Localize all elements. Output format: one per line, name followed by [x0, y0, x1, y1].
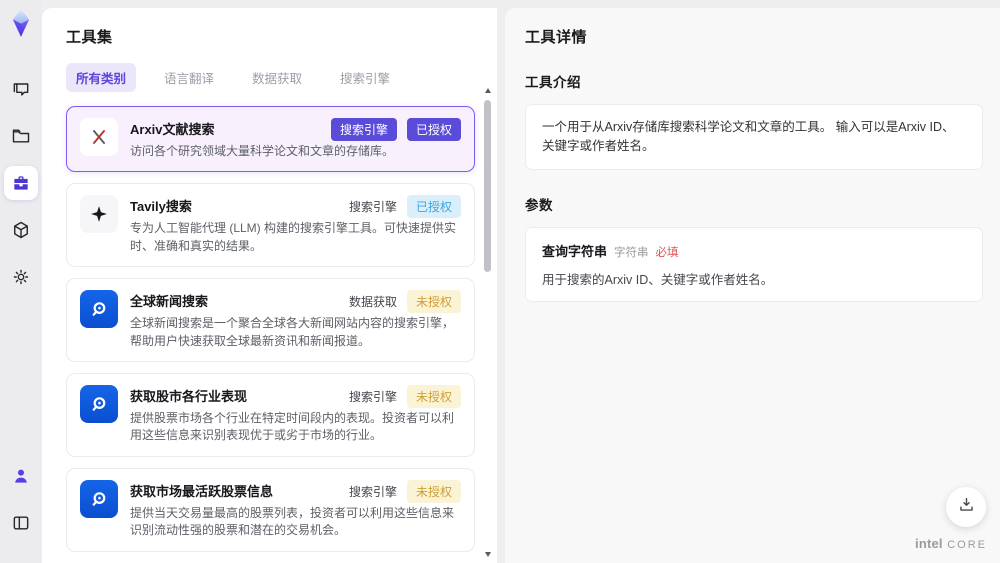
param-box: 查询字符串 字符串 必填 用于搜索的Arxiv ID、关键字或作者姓名。 — [525, 226, 983, 302]
download-icon — [957, 495, 976, 519]
folder-icon — [11, 126, 31, 146]
tool-card[interactable]: Tavily搜索 专为人工智能代理 (LLM) 构建的搜索引擎工具。可快速提供实时… — [66, 183, 475, 268]
scrollbar[interactable] — [484, 88, 492, 557]
arxiv-icon — [80, 118, 118, 156]
tool-description: 访问各个研究领域大量科学论文和文章的存储库。 — [130, 144, 395, 158]
tool-badges: 搜索引擎 已授权 — [330, 118, 461, 141]
download-button[interactable] — [946, 487, 986, 527]
tool-card[interactable]: 获取股市各行业表现 提供股票市场各个行业在特定时间段内的表现。投资者可以利用这些信… — [66, 372, 475, 457]
tab-all-categories[interactable]: 所有类别 — [66, 63, 137, 92]
scrollbar-thumb[interactable] — [484, 100, 491, 272]
param-required-badge: 必填 — [655, 246, 679, 259]
tool-description: 提供股票市场各个行业在特定时间段内的表现。投资者可以利用这些信息来识别表现优于或… — [130, 410, 455, 443]
tools-panel: 工具集 所有类别 语言翻译 数据获取 搜索引擎 Arxiv文献搜索 访问各个研究领… — [42, 8, 497, 563]
tool-badges: 搜索引擎 未授权 — [348, 479, 461, 503]
category-badge: 数据获取 — [348, 295, 397, 310]
intro-box: 一个用于从Arxiv存储库搜索科学论文和文章的工具。 输入可以是Arxiv ID… — [525, 104, 983, 170]
user-icon — [11, 466, 31, 486]
param-type: 字符串 — [614, 246, 649, 259]
package-icon — [11, 220, 31, 240]
auth-status-badge: 未授权 — [406, 290, 461, 314]
params-heading: 参数 — [525, 197, 553, 213]
blueq-icon — [80, 384, 118, 423]
tavily-icon — [80, 195, 118, 234]
category-badge: 搜索引擎 — [348, 200, 397, 215]
tool-card[interactable]: Arxiv文献搜索 访问各个研究领域大量科学论文和文章的存储库。 搜索引擎 已授权 — [66, 106, 475, 173]
rail-item-packages[interactable] — [4, 213, 38, 247]
tool-description: 提供当天交易量最高的股票列表，投资者可以利用这些信息来识别流动性强的股票和潜在的… — [130, 505, 455, 538]
tool-card[interactable]: 获取市场最活跃股票信息 提供当天交易量最高的股票列表，投资者可以利用这些信息来识别… — [66, 467, 475, 552]
app-rail — [0, 0, 42, 563]
settings-icon — [11, 267, 31, 287]
chat-icon — [11, 79, 31, 99]
tool-badges: 搜索引擎 已授权 — [348, 195, 461, 219]
panel-toggle-icon — [11, 513, 31, 533]
tool-badges: 数据获取 未授权 — [348, 290, 461, 314]
tab-search-engine[interactable]: 搜索引擎 — [330, 63, 400, 92]
category-badge: 搜索引擎 — [348, 484, 397, 499]
rail-item-settings[interactable] — [4, 260, 38, 294]
brand-intel: intel — [915, 536, 943, 552]
rail-item-chat[interactable] — [4, 72, 38, 106]
tool-detail-panel: 工具详情 工具介绍 一个用于从Arxiv存储库搜索科学论文和文章的工具。 输入可… — [505, 8, 1000, 563]
tab-language-translation[interactable]: 语言翻译 — [154, 63, 224, 92]
blueq-icon — [80, 290, 118, 329]
tool-description: 全球新闻搜索是一个聚合全球各大新闻网站内容的搜索引擎，帮助用户快速获取全球最新资… — [130, 316, 455, 348]
tool-badges: 搜索引擎 未授权 — [348, 384, 461, 408]
param-description: 用于搜索的Arxiv ID、关键字或作者姓名。 — [542, 272, 774, 287]
scroll-down-icon[interactable] — [485, 552, 491, 557]
auth-status-badge: 已授权 — [406, 118, 461, 141]
auth-status-badge: 未授权 — [406, 479, 461, 503]
page-title: 工具集 — [66, 29, 113, 46]
param-name: 查询字符串 — [542, 243, 608, 259]
tab-data-acquisition[interactable]: 数据获取 — [242, 63, 312, 92]
blueq-icon — [80, 479, 118, 518]
rail-item-user[interactable] — [4, 459, 38, 493]
auth-status-badge: 已授权 — [406, 195, 461, 219]
scroll-up-icon[interactable] — [485, 88, 491, 93]
category-tabs: 所有类别 语言翻译 数据获取 搜索引擎 — [42, 47, 497, 104]
brand-core: core — [947, 539, 987, 552]
intel-core-logo: intel core — [912, 535, 990, 553]
rail-item-toolbox[interactable] — [4, 166, 38, 200]
rail-item-files[interactable] — [4, 119, 38, 153]
rail-item-panel-toggle[interactable] — [4, 506, 38, 540]
intro-heading: 工具介绍 — [525, 75, 581, 90]
toolbox-icon — [11, 173, 31, 193]
category-badge: 搜索引擎 — [330, 118, 397, 141]
auth-status-badge: 未授权 — [406, 384, 461, 408]
intro-text: 一个用于从Arxiv存储库搜索科学论文和文章的工具。 输入可以是Arxiv ID… — [542, 120, 955, 153]
app-logo-icon — [6, 8, 36, 38]
detail-title: 工具详情 — [525, 29, 588, 46]
tool-card[interactable]: 全球新闻搜索 全球新闻搜索是一个聚合全球各大新闻网站内容的搜索引擎，帮助用户快速获… — [66, 278, 475, 362]
tool-description: 专为人工智能代理 (LLM) 构建的搜索引擎工具。可快速提供实时、准确和真实的结… — [130, 221, 457, 253]
tool-list: Arxiv文献搜索 访问各个研究领域大量科学论文和文章的存储库。 搜索引擎 已授权 Ta… — [66, 106, 475, 563]
category-badge: 搜索引擎 — [348, 389, 397, 404]
